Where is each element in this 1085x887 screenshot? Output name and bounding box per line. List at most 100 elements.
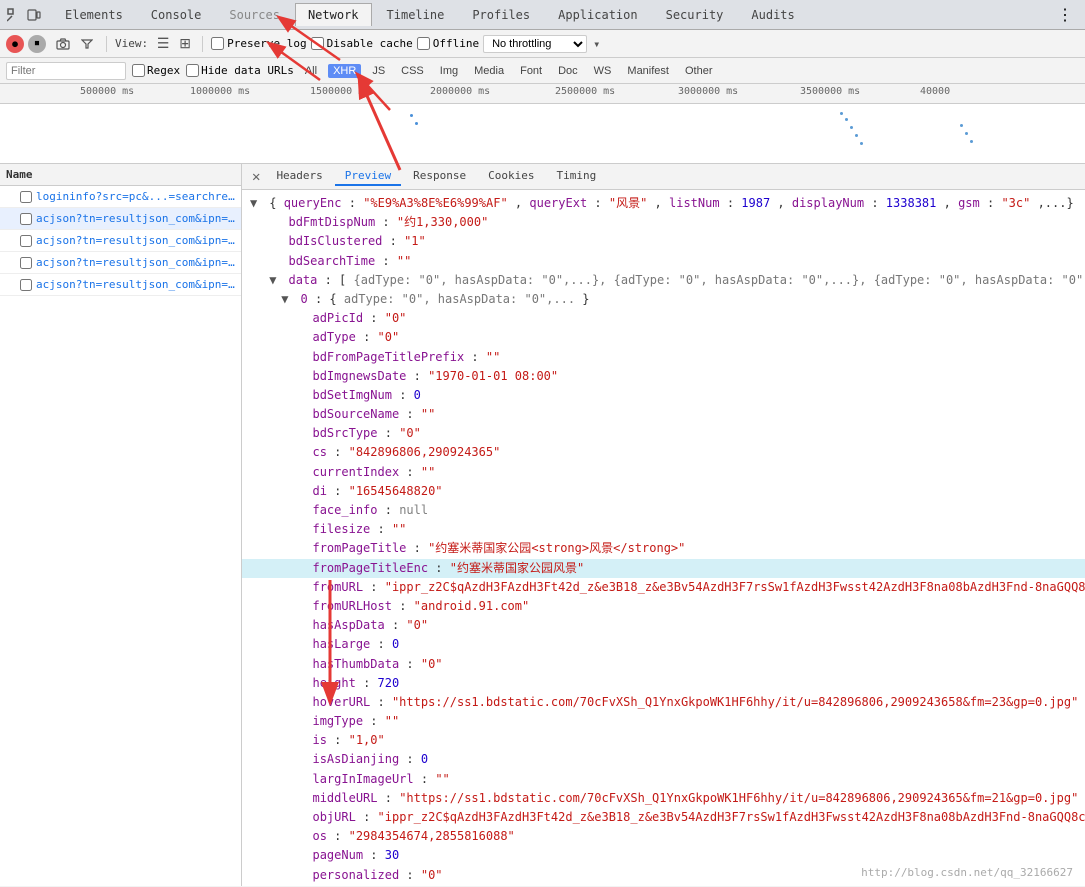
filter-icon[interactable] — [76, 33, 98, 55]
type-btn-css[interactable]: CSS — [396, 64, 429, 78]
json-line-fromPageTitleEnc: ▶ fromPageTitleEnc : "约塞米蒂国家公园风景" — [242, 559, 1085, 578]
json-line-adPicId: ▶ adPicId : "0" — [242, 309, 1085, 328]
type-btn-ws[interactable]: WS — [589, 64, 617, 78]
detail-tab-headers[interactable]: Headers — [266, 167, 332, 186]
type-btn-manifest[interactable]: Manifest — [622, 64, 674, 78]
waterfall-dot — [410, 114, 413, 117]
request-item[interactable]: acjson?tn=resultjson_com&ipn=rj&ct=... — [0, 208, 241, 230]
tab-console[interactable]: Console — [138, 3, 215, 26]
request-item[interactable]: acjson?tn=resultjson_com&ipn=rj&... — [0, 230, 241, 252]
json-line-bdImgnewsDate: ▶ bdImgnewsDate : "1970-01-01 08:00" — [242, 367, 1085, 386]
json-line-bdSearchTime: ▶ bdSearchTime : "" — [242, 252, 1085, 271]
detail-panel: ✕ Headers Preview Response Cookies Timin… — [242, 164, 1085, 886]
throttle-select[interactable]: No throttling — [483, 35, 587, 53]
json-line-hasLarge: ▶ hasLarge : 0 — [242, 635, 1085, 654]
json-line-bdSrcType: ▶ bdSrcType : "0" — [242, 424, 1085, 443]
more-tabs-button[interactable]: ⋮ — [1049, 5, 1081, 24]
json-line-fromURL: ▶ fromURL : "ippr_z2C$qAzdH3FAzdH3Ft42d_… — [242, 578, 1085, 597]
request-item[interactable]: acjson?tn=resultjson_com&ipn=rj&... — [0, 252, 241, 274]
tab-profiles[interactable]: Profiles — [459, 3, 543, 26]
hide-data-urls-checkbox[interactable]: Hide data URLs — [186, 64, 294, 77]
tab-security[interactable]: Security — [653, 3, 737, 26]
waterfall-dot — [845, 118, 848, 121]
devtools-tab-bar: Elements Console Sources Network Timelin… — [0, 0, 1085, 30]
type-btn-other[interactable]: Other — [680, 64, 718, 78]
regex-checkbox[interactable]: Regex — [132, 64, 180, 77]
timeline-ruler: 500000 ms 1000000 ms 1500000 ms 2000000 … — [0, 84, 1085, 104]
throttle-dropdown-icon[interactable]: ▾ — [593, 37, 600, 51]
waterfall-dot — [970, 140, 973, 143]
type-btn-font[interactable]: Font — [515, 64, 547, 78]
json-line-data-0: ▼ 0 : { adType: "0", hasAspData: "0",...… — [242, 290, 1085, 309]
json-line-cs: ▶ cs : "842896806,290924365" — [242, 443, 1085, 462]
json-line-imgType: ▶ imgType : "" — [242, 712, 1085, 731]
main-area: Name logininfo?src=pc&...=searchresult&.… — [0, 164, 1085, 886]
camera-icon[interactable] — [52, 33, 74, 55]
request-list-header: Name — [0, 164, 241, 186]
tab-timeline[interactable]: Timeline — [374, 3, 458, 26]
name-column-header: Name — [6, 168, 33, 181]
json-line-face_info: ▶ face_info : null — [242, 501, 1085, 520]
request-item[interactable]: acjson?tn=resultjson_com&ipn=rj&ct=... — [0, 274, 241, 296]
preserve-log-checkbox[interactable]: Preserve log — [211, 37, 306, 50]
json-line-os: ▶ os : "2984354674,2855816088" — [242, 827, 1085, 846]
json-line-hoverURL: ▶ hoverURL : "https://ss1.bdstatic.com/7… — [242, 693, 1085, 712]
device-icon[interactable] — [24, 5, 44, 25]
detail-tab-timing[interactable]: Timing — [547, 167, 607, 186]
tab-elements[interactable]: Elements — [52, 3, 136, 26]
json-line-adType: ▶ adType : "0" — [242, 328, 1085, 347]
type-btn-js[interactable]: JS — [367, 64, 390, 78]
json-line-fromPageTitle: ▶ fromPageTitle : "约塞米蒂国家公园<strong>风景</s… — [242, 539, 1085, 558]
tab-sources[interactable]: Sources — [216, 3, 293, 26]
waterfall-dot — [850, 126, 853, 129]
ruler-mark-3: 1500000 ms — [310, 86, 370, 97]
json-line-filesize: ▶ filesize : "" — [242, 520, 1085, 539]
type-btn-xhr[interactable]: XHR — [328, 64, 361, 78]
json-root-line: ▼ { queryEnc : "%E9%A3%8E%E6%99%AF" , qu… — [242, 194, 1085, 213]
tab-application[interactable]: Application — [545, 3, 650, 26]
json-line-bdSetImgNum: ▶ bdSetImgNum : 0 — [242, 386, 1085, 405]
ruler-mark-6: 3000000 ms — [678, 86, 738, 97]
waterfall-dot — [415, 122, 418, 125]
json-line-di: ▶ di : "16545648820" — [242, 482, 1085, 501]
inspect-icon[interactable] — [4, 5, 24, 25]
disable-cache-checkbox[interactable]: Disable cache — [311, 37, 413, 50]
tab-audits[interactable]: Audits — [738, 3, 807, 26]
type-btn-img[interactable]: Img — [435, 64, 463, 78]
detail-close-button[interactable]: ✕ — [246, 169, 266, 185]
type-btn-doc[interactable]: Doc — [553, 64, 583, 78]
json-line-isAsDianjing: ▶ isAsDianjing : 0 — [242, 750, 1085, 769]
expand-root[interactable]: ▼ — [250, 194, 262, 213]
detail-tab-preview[interactable]: Preview — [335, 167, 401, 186]
detail-tab-cookies[interactable]: Cookies — [478, 167, 544, 186]
expand-data[interactable]: ▼ — [269, 271, 281, 290]
view-list-button[interactable]: ☰ — [154, 35, 172, 53]
offline-checkbox[interactable]: Offline — [417, 37, 479, 50]
detail-tabs-bar: ✕ Headers Preview Response Cookies Timin… — [242, 164, 1085, 190]
stop-recording-button[interactable]: ⏹ — [28, 35, 46, 53]
request-list: Name logininfo?src=pc&...=searchresult&.… — [0, 164, 242, 886]
expand-data-0[interactable]: ▼ — [281, 290, 293, 309]
detail-tab-response[interactable]: Response — [403, 167, 476, 186]
json-line-hasThumbData: ▶ hasThumbData : "0" — [242, 655, 1085, 674]
tab-network[interactable]: Network — [295, 3, 372, 26]
view-label: View: — [115, 37, 148, 50]
json-line-middleURL: ▶ middleURL : "https://ss1.bdstatic.com/… — [242, 789, 1085, 808]
waterfall-dot — [855, 134, 858, 137]
timeline-area: 500000 ms 1000000 ms 1500000 ms 2000000 … — [0, 84, 1085, 164]
json-line-height: ▶ height : 720 — [242, 674, 1085, 693]
ruler-mark-2: 1000000 ms — [190, 86, 250, 97]
type-btn-all[interactable]: All — [300, 64, 322, 78]
request-item[interactable]: logininfo?src=pc&...=searchresult&... — [0, 186, 241, 208]
json-line-bdIsClustered: ▶ bdIsClustered : "1" — [242, 232, 1085, 251]
view-grid-button[interactable]: ⊞ — [176, 35, 194, 53]
json-line-hasAspData: ▶ hasAspData : "0" — [242, 616, 1085, 635]
filter-input[interactable] — [6, 62, 126, 80]
waterfall-dot — [965, 132, 968, 135]
type-btn-media[interactable]: Media — [469, 64, 509, 78]
timeline-content — [0, 104, 1085, 164]
record-button[interactable]: ● — [6, 35, 24, 53]
json-line-pi: ▶ pi : "0" — [242, 885, 1085, 886]
json-line-bdFmtDispNum: ▶ bdFmtDispNum : "约1,330,000" — [242, 213, 1085, 232]
waterfall-dot — [960, 124, 963, 127]
